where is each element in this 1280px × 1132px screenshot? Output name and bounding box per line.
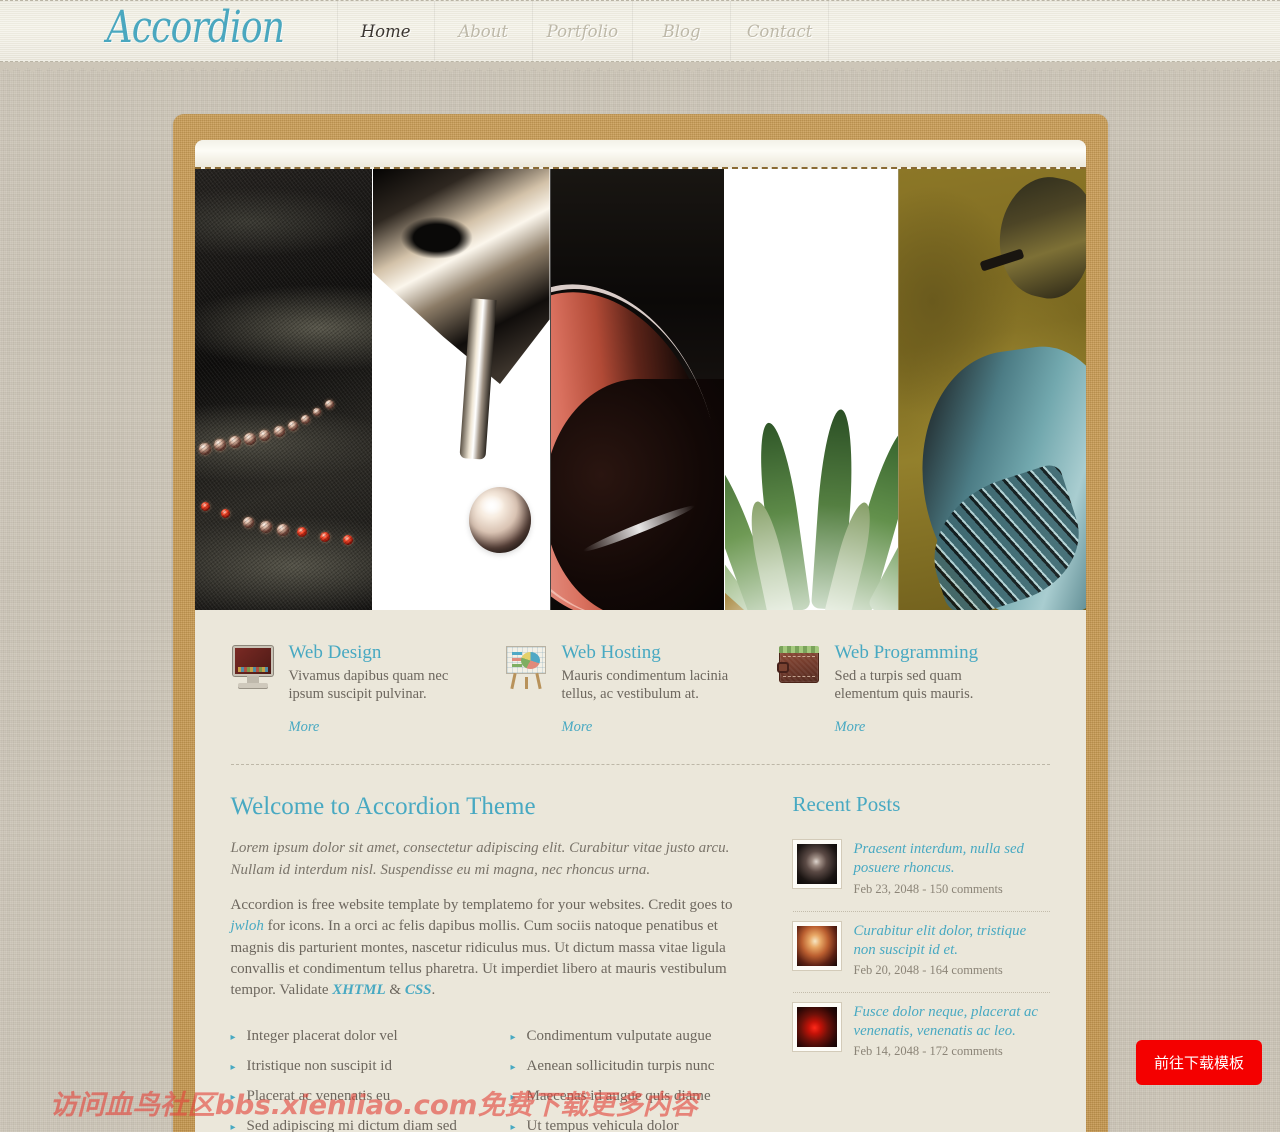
post-thumbnail[interactable] [792,1002,841,1051]
page-title: Welcome to Accordion Theme [230,792,536,820]
image-accordion[interactable] [194,169,1086,610]
service-more-link[interactable]: More [562,719,593,736]
bullet-arrow-icon: ▸ [510,1092,516,1104]
download-template-button[interactable]: 前往下载模板 [1135,1040,1262,1085]
list-item[interactable]: ▸ Aenean sollicitudin turpis nunc [511,1052,755,1082]
accordion-panel-aloe-succulent[interactable] [723,169,898,610]
header-zigzag-edge [0,62,1280,73]
bullet-arrow-icon: ▸ [510,1062,516,1074]
recent-posts-column: Recent Posts Praesent interdum, nulla se… [792,791,1050,1132]
period: . [431,982,436,999]
accordion-panel-blue-bird-olive[interactable] [897,169,1086,610]
recent-posts-title: Recent Posts [792,791,901,816]
faucet-shape [372,169,550,384]
list-item[interactable]: ▸ Integer placerat dolor vel [231,1022,511,1052]
post-meta: Feb 20, 2048 - 164 comments [853,962,1003,977]
list-item[interactable]: ▸ Maecenas id augue quis diame [511,1082,755,1112]
list-item-label: Maecenas id augue quis diame [526,1088,711,1105]
content-panel: Web Design Vivamus dapibus quam nec ipsu… [194,140,1086,1132]
accordion-panel-dark-fabric-gems[interactable] [194,169,372,610]
service-title[interactable]: Web Hosting [562,642,751,664]
list-item[interactable]: ▸ Placerat ac venenatis eu [231,1082,511,1112]
list-item-label: Placerat ac venenatis eu [246,1088,391,1105]
bullet-column-left: ▸ Integer placerat dolor vel ▸ Itristique … [231,1022,511,1132]
welcome-column: Welcome to Accordion Theme Lorem ipsum d… [231,793,755,1132]
feature-bullets: ▸ Integer placerat dolor vel ▸ Itristique … [231,1022,755,1132]
css-validate-link[interactable]: CSS [405,982,432,998]
nav-item-about[interactable]: About [435,1,533,61]
gem-beads-decor [195,169,372,610]
service-description: Mauris condimentum lacinia tellus, ac ve… [561,667,729,703]
body-text-part2: for icons. In a orci ac felis dapibus mo… [230,918,727,999]
list-item-label: Itristique non suscipit id [246,1058,392,1075]
nav-item-home[interactable]: Home [336,1,435,61]
welcome-body-text: Accordion is free website template by te… [231,895,755,1001]
post-meta: Feb 14, 2048 - 172 comments [853,1044,1003,1059]
main-navigation: Home About Portfolio Blog Contact [336,1,830,61]
credit-link[interactable]: jwloh [231,918,264,934]
list-item-label: Integer placerat dolor vel [246,1028,398,1045]
nav-item-blog[interactable]: Blog [633,1,732,61]
bullet-arrow-icon: ▸ [510,1032,516,1044]
service-description: Vivamus dapibus quam nec ipsum suscipit … [288,667,449,703]
monitor-icon [231,646,275,690]
accordion-panel-chrome-faucet-waterdrop[interactable] [371,169,550,610]
list-item-label: Ut tempus vehicula dolor [526,1118,679,1132]
water-drop-shape [468,487,531,553]
wallet-icon [776,646,821,690]
bullet-arrow-icon: ▸ [230,1032,236,1044]
services-row: Web Design Vivamus dapibus quam nec ipsu… [231,610,1050,764]
list-item[interactable]: ▸ Sed adipiscing mi dictum diam sed [231,1112,511,1132]
nav-item-portfolio[interactable]: Portfolio [533,1,634,61]
list-item-label: Aenean sollicitudin turpis nunc [526,1058,715,1075]
site-header: Accordion Home About Portfolio Blog Cont… [0,0,1280,62]
xhtml-validate-link[interactable]: XHTML [332,982,385,998]
list-item[interactable]: ▸ Itristique non suscipit id [231,1052,511,1082]
panel-content: Web Design Vivamus dapibus quam nec ipsu… [194,610,1086,1132]
post-title-link[interactable]: Praesent interdum, nulla sed posuere rho… [854,840,1050,878]
service-description: Sed a turpis sed quam elementum quis mau… [834,667,974,703]
main-columns: Welcome to Accordion Theme Lorem ipsum d… [231,765,1050,1132]
service-more-link[interactable]: More [289,719,320,736]
easel-chart-icon [504,646,548,690]
post-title-link[interactable]: Fusce dolor neque, placerat ac venenatis… [854,1003,1050,1041]
list-item: Praesent interdum, nulla sed posuere rho… [792,830,1050,910]
post-meta: Feb 23, 2048 - 150 comments [853,881,1003,896]
post-title-link[interactable]: Curabitur elit dolor, tristique non susc… [854,922,1050,960]
bullet-arrow-icon: ▸ [230,1092,236,1104]
welcome-lead-text: Lorem ipsum dolor sit amet, consectetur … [230,840,730,878]
list-item-label: Condimentum vulputate augue [526,1028,712,1045]
list-item: Fusce dolor neque, placerat ac venenatis… [792,991,1050,1073]
service-web-design: Web Design Vivamus dapibus quam nec ipsu… [231,642,504,736]
cup-rim-shape [550,254,724,610]
list-item-label: Sed adipiscing mi dictum diam sed [246,1118,457,1132]
post-thumbnail[interactable] [792,840,841,889]
service-title[interactable]: Web Design [289,642,478,664]
ampersand: & [385,982,405,999]
service-more-link[interactable]: More [835,719,866,736]
bird-head-shape [988,169,1086,306]
body-text-part1: Accordion is free website template by te… [230,897,733,914]
site-logo[interactable]: Accordion [100,6,285,56]
service-title[interactable]: Web Programming [835,642,1024,664]
service-web-hosting: Web Hosting Mauris condimentum lacinia t… [504,642,777,736]
header-inner: Accordion Home About Portfolio Blog Cont… [90,1,1190,61]
nav-item-contact[interactable]: Contact [731,1,830,61]
bullet-column-right: ▸ Condimentum vulputate augue ▸ Aenean sol… [511,1022,755,1132]
list-item[interactable]: ▸ Ut tempus vehicula dolor [511,1112,755,1132]
bullet-arrow-icon: ▸ [230,1062,236,1074]
accordion-panel-pink-cup-coffee[interactable] [549,169,724,610]
service-web-programming: Web Programming Sed a turpis sed quam el… [776,642,1050,736]
list-item: Curabitur elit dolor, tristique non susc… [792,910,1050,992]
panel-top-strip [194,140,1086,169]
section-divider [230,763,1050,765]
content-frame: Web Design Vivamus dapibus quam nec ipsu… [173,114,1108,1132]
list-item[interactable]: ▸ Condimentum vulputate augue [511,1022,755,1052]
post-thumbnail[interactable] [792,921,841,970]
bullet-arrow-icon: ▸ [510,1122,516,1132]
bullet-arrow-icon: ▸ [230,1122,236,1132]
